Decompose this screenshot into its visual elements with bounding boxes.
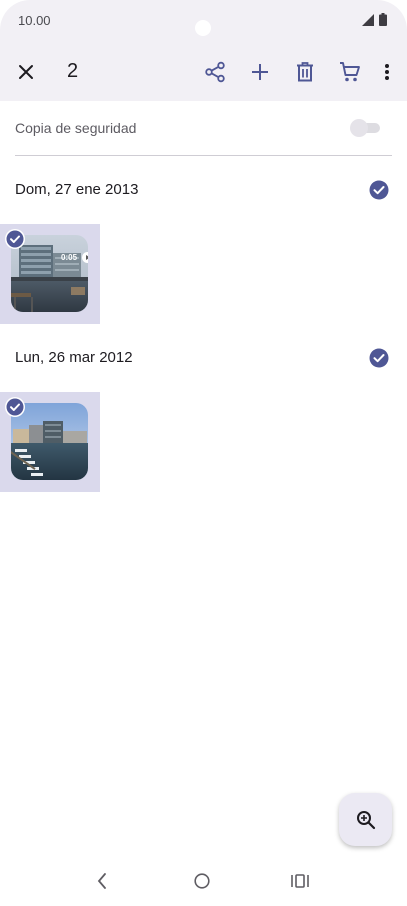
- media-thumbnail-photo[interactable]: [0, 392, 100, 492]
- selected-count: 2: [67, 60, 79, 82]
- check-circle-icon: [5, 397, 25, 417]
- check-circle-icon: [369, 180, 389, 200]
- back-icon: [97, 873, 106, 889]
- zoom-in-button[interactable]: [339, 793, 392, 846]
- divider: [15, 155, 392, 156]
- check-circle-icon: [369, 348, 389, 368]
- backup-label: Copia de seguridad: [15, 120, 137, 136]
- selection-toolbar: 2: [0, 50, 407, 94]
- signal-icon: [362, 13, 374, 26]
- select-group-checkbox[interactable]: [369, 348, 389, 368]
- play-icon: [82, 252, 88, 263]
- recents-icon: [291, 874, 309, 888]
- toggle-thumb: [350, 119, 368, 137]
- zoom-in-icon: [356, 810, 375, 829]
- more-options-button[interactable]: [376, 50, 398, 94]
- close-button[interactable]: [8, 50, 44, 94]
- screen: 10.00 2 Copia de seguridad Dom, 27 ene 2…: [0, 0, 407, 906]
- close-icon: [19, 65, 33, 79]
- status-icons: [362, 13, 387, 26]
- item-selected-checkbox[interactable]: [5, 397, 25, 417]
- date-label: Dom, 27 ene 2013: [15, 181, 139, 198]
- share-icon: [205, 61, 225, 83]
- more-vert-icon: [385, 64, 389, 80]
- video-duration: 0:05: [61, 253, 78, 262]
- home-button[interactable]: [187, 870, 217, 892]
- date-header: Lun, 26 mar 2012: [0, 343, 407, 373]
- share-button[interactable]: [199, 50, 231, 94]
- date-label: Lun, 26 mar 2012: [15, 349, 133, 366]
- battery-icon: [379, 13, 387, 26]
- cart-button[interactable]: [334, 50, 366, 94]
- home-icon: [194, 873, 210, 889]
- top-app-bar: 10.00 2: [0, 0, 407, 101]
- date-header: Dom, 27 ene 2013: [0, 175, 407, 205]
- backup-row: Copia de seguridad: [15, 110, 392, 146]
- back-button[interactable]: [87, 870, 117, 892]
- camera-cutout: [195, 20, 211, 36]
- backup-toggle[interactable]: [350, 119, 382, 137]
- item-selected-checkbox[interactable]: [5, 229, 25, 249]
- add-icon: [252, 64, 268, 80]
- status-time: 10.00: [18, 13, 51, 28]
- media-thumbnail-video[interactable]: 0:05: [0, 224, 100, 324]
- recents-button[interactable]: [285, 870, 315, 892]
- delete-button[interactable]: [289, 50, 321, 94]
- system-navigation-bar: [0, 860, 407, 906]
- check-circle-icon: [5, 229, 25, 249]
- cart-icon: [340, 62, 360, 82]
- delete-icon: [297, 62, 313, 82]
- select-group-checkbox[interactable]: [369, 180, 389, 200]
- add-button[interactable]: [244, 50, 276, 94]
